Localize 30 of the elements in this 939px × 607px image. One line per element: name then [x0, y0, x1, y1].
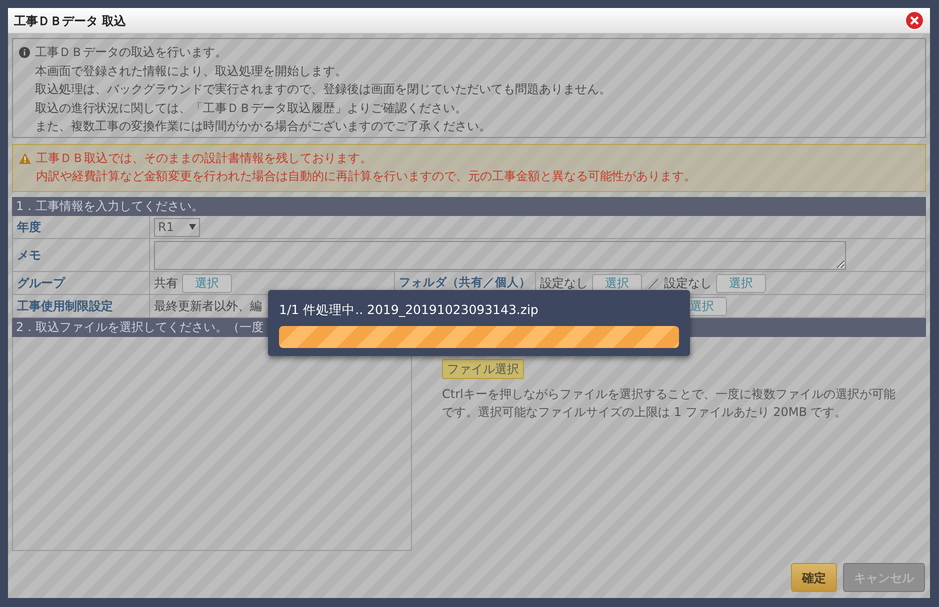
- info-text: 工事ＤＢデータの取込を行います。: [35, 44, 228, 61]
- info-text: 取込の進行状況に関しては、「工事ＤＢデータ取込履歴」よりご確認ください。: [35, 100, 468, 116]
- info-text: 取込処理は、バックグラウンドで実行されますので、登録後は画面を閉じていただいても問題ありません。: [35, 81, 611, 98]
- field-label: メモ: [13, 239, 150, 271]
- select-button[interactable]: 選択: [716, 274, 766, 292]
- warning-icon: [19, 153, 31, 164]
- window-title: 工事ＤＢデータ 取込: [14, 12, 126, 30]
- field-value: 最終更新者以外、編: [154, 298, 262, 315]
- memo-field[interactable]: [154, 240, 846, 270]
- field-value: 設定なし: [664, 275, 712, 292]
- separator-text: ／: [648, 275, 660, 292]
- info-icon: [19, 47, 30, 58]
- progress-text: 1/1 件処理中.. 2019_20191023093143.zip: [279, 301, 540, 319]
- info-text: また、複数工事の変換作業には時間がかかる場合がございますのでご了承ください。: [35, 118, 492, 135]
- field-value: 設定なし: [540, 275, 588, 292]
- year-dropdown[interactable]: R1: [154, 218, 200, 236]
- warning-text: 内訳や経費計算など金額変更を行われた場合は自動的に再計算を行いますので、元の工事金額と異なる可能性があります。: [36, 168, 696, 185]
- file-select-button[interactable]: ファイル選択: [442, 359, 524, 379]
- confirm-button[interactable]: 確定: [791, 563, 837, 592]
- warning-text: 工事ＤＢ取込では、そのままの設計書情報を残しております。: [36, 150, 373, 167]
- close-icon[interactable]: [905, 11, 924, 30]
- dropdown-arrow-icon: [189, 224, 196, 230]
- select-button[interactable]: 選択: [182, 274, 232, 292]
- file-help-text: Ctrlキーを押しながらファイルを選択することで、一度に複数ファイルの選択が可能です。選択可能なファイルサイズの上限は 1 ファイルあたり 20MB です。: [442, 386, 896, 421]
- section-header: 1．工事情報を入力してください。: [12, 197, 926, 216]
- field-value: 共有: [154, 275, 178, 292]
- field-label: グループ: [13, 272, 150, 294]
- field-label: 年度: [13, 216, 150, 238]
- info-text: 本画面で登録された情報により、取込処理を開始します。: [35, 62, 348, 80]
- field-label: 工事使用制限設定: [13, 295, 150, 317]
